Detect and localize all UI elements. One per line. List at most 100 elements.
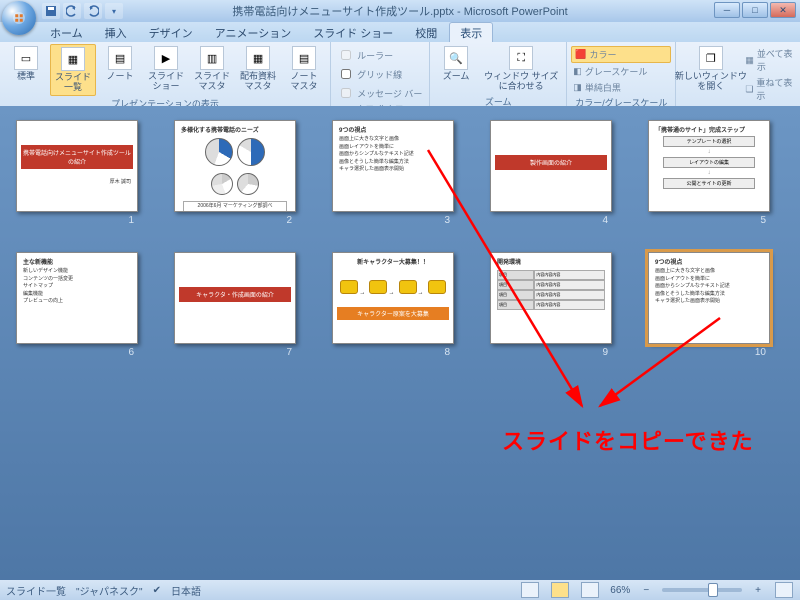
view-sorter-shortcut[interactable] xyxy=(551,582,569,598)
slide-thumbnail[interactable]: 9つの視点 画面上に大きな文字と画像 画面レイアウトを簡単に 画面からシンプルな… xyxy=(648,252,770,358)
zoom-slider-thumb[interactable] xyxy=(708,583,718,597)
slide-title: 開発環境 xyxy=(497,257,605,266)
slide-number: 10 xyxy=(755,347,770,358)
fit-to-window-button[interactable]: ⛶ウィンドウ サイズ に合わせる xyxy=(480,44,562,94)
zoom-icon: 🔍 xyxy=(444,46,468,70)
slide-number: 6 xyxy=(128,347,138,358)
slide-title: 新キャラクター大募集！！ xyxy=(339,257,447,266)
view-normal-button[interactable]: ▭標準 xyxy=(4,44,48,96)
slide-title: 多様化する携帯電話のニーズ xyxy=(181,125,289,134)
zoom-in-button[interactable]: + xyxy=(752,585,764,596)
slide-number: 9 xyxy=(602,347,612,358)
slide-thumbnail[interactable]: 9つの視点 画面上に大きな文字と画像 画面レイアウトを簡単に 画面からシンプルな… xyxy=(332,120,454,226)
zoom-out-button[interactable]: − xyxy=(640,585,652,596)
ribbon-tabs: ホーム 挿入 デザイン アニメーション スライド ショー 校閲 表示 xyxy=(0,22,800,42)
pure-bw-button[interactable]: ◨単純白黒 xyxy=(571,80,671,95)
chevron-down-icon: ▾ xyxy=(112,7,116,16)
qat-redo-button[interactable] xyxy=(84,3,102,19)
qat-customize-button[interactable]: ▾ xyxy=(105,3,123,19)
view-notes-page-button[interactable]: ▤ノート xyxy=(98,44,142,96)
slide-title: キャラクタ・作成画面の紹介 xyxy=(179,287,291,302)
new-window-icon: ❐ xyxy=(699,46,723,70)
close-icon: ✕ xyxy=(779,5,787,16)
slideshow-icon: ▶ xyxy=(154,46,178,70)
slide-number: 7 xyxy=(286,347,296,358)
group-show-hide: ルーラー グリッド線 メッセージ バー 表示/非表示 xyxy=(331,42,430,106)
qat-save-button[interactable] xyxy=(42,3,60,19)
arrange-all-button[interactable]: ▦並べて表示 xyxy=(743,46,800,74)
slide-title: 「携帯通のサイト」完成ステップ xyxy=(655,125,763,134)
bw-icon: ◨ xyxy=(573,82,582,93)
minimize-icon: ─ xyxy=(724,5,730,15)
handout-master-icon: ▦ xyxy=(246,46,270,70)
slide-thumbnail[interactable]: キャラクタ・作成画面の紹介 7 xyxy=(174,252,296,358)
cascade-button[interactable]: ❏重ねて表示 xyxy=(743,75,800,103)
tab-home[interactable]: ホーム xyxy=(40,23,93,42)
status-theme: "ジャパネスク" xyxy=(76,583,143,598)
slide-sorter-workspace[interactable]: 携帯電話向けメニューサイト作成ツールの紹介 厚木 誠司 1 多様化する携帯電話の… xyxy=(0,106,800,580)
maximize-button[interactable]: □ xyxy=(742,2,768,18)
slide-thumbnail[interactable]: 新キャラクター大募集！！ → → → キャラクター原案を大募集 8 xyxy=(332,252,454,358)
slide-thumbnail[interactable]: 製作画面の紹介 4 xyxy=(490,120,612,226)
tab-slideshow[interactable]: スライド ショー xyxy=(303,23,403,42)
zoom-percent[interactable]: 66% xyxy=(610,585,630,596)
qat-undo-button[interactable] xyxy=(63,3,81,19)
handout-master-button[interactable]: ▦配布資料 マスタ xyxy=(236,44,280,96)
ruler-checkbox[interactable]: ルーラー xyxy=(335,46,425,64)
slide-sorter: 携帯電話向けメニューサイト作成ツールの紹介 厚木 誠司 1 多様化する携帯電話の… xyxy=(0,106,800,372)
minimize-button[interactable]: ─ xyxy=(714,2,740,18)
tab-animations[interactable]: アニメーション xyxy=(205,23,302,42)
slide-number: 2 xyxy=(286,215,296,226)
normal-view-icon: ▭ xyxy=(14,46,38,70)
close-button[interactable]: ✕ xyxy=(770,2,796,18)
slide-thumbnail[interactable]: 開発環境 項目 内容内容内容 項目 内容内容内容 項目 内容内容内容 xyxy=(490,252,612,358)
slide-thumbnail[interactable]: 多様化する携帯電話のニーズ 2006年6月 マーケティング部調べ 2 xyxy=(174,120,296,226)
tab-view[interactable]: 表示 xyxy=(449,22,493,42)
redo-icon xyxy=(87,5,99,17)
slide-thumbnail[interactable]: 主な新機能 新しいデザイン機能 コンテンツの一括変更 サイトマップ 編集機能 プ… xyxy=(16,252,138,358)
fit-to-window-shortcut[interactable] xyxy=(775,582,793,598)
slide-number: 1 xyxy=(128,215,138,226)
slide-number: 8 xyxy=(444,347,454,358)
grayscale-icon: ◧ xyxy=(573,66,582,77)
slide-master-icon: ▥ xyxy=(200,46,224,70)
group-presentation-views: ▭標準 ▦スライド 一覧 ▤ノート ▶スライド ショー ▥スライド マスタ ▦配… xyxy=(0,42,331,106)
slide-number: 5 xyxy=(760,215,770,226)
view-slideshow-button[interactable]: ▶スライド ショー xyxy=(144,44,188,96)
tab-review[interactable]: 校閲 xyxy=(405,23,447,42)
notes-master-icon: ▤ xyxy=(292,46,316,70)
slide-number: 3 xyxy=(444,215,454,226)
view-normal-shortcut[interactable] xyxy=(521,582,539,598)
office-button[interactable] xyxy=(2,1,36,35)
tab-design[interactable]: デザイン xyxy=(139,23,203,42)
fit-window-icon: ⛶ xyxy=(509,46,533,70)
status-view-mode: スライド一覧 xyxy=(6,583,66,598)
office-orb-icon xyxy=(10,9,28,27)
spellcheck-icon[interactable]: ✔ xyxy=(153,585,161,596)
group-color-grayscale: 🟥カラー ◧グレースケール ◨単純白黒 カラー/グレースケール xyxy=(567,42,676,106)
quick-access-toolbar: ▾ xyxy=(42,3,123,19)
slide-title: 製作画面の紹介 xyxy=(495,155,607,170)
color-icon: 🟥 xyxy=(575,49,586,60)
gridlines-checkbox[interactable]: グリッド線 xyxy=(335,65,425,83)
cascade-icon: ❏ xyxy=(745,84,753,95)
annotation-text: スライドをコピーできた xyxy=(502,424,754,456)
slide-title: 主な新機能 xyxy=(23,257,131,266)
status-language[interactable]: 日本語 xyxy=(171,583,201,598)
tab-insert[interactable]: 挿入 xyxy=(95,23,137,42)
slide-master-button[interactable]: ▥スライド マスタ xyxy=(190,44,234,96)
grayscale-button[interactable]: ◧グレースケール xyxy=(571,64,671,79)
zoom-slider[interactable] xyxy=(662,588,742,592)
ribbon: ▭標準 ▦スライド 一覧 ▤ノート ▶スライド ショー ▥スライド マスタ ▦配… xyxy=(0,42,800,107)
save-icon xyxy=(45,5,57,17)
slide-thumbnail[interactable]: 携帯電話向けメニューサイト作成ツールの紹介 厚木 誠司 1 xyxy=(16,120,138,226)
zoom-button[interactable]: 🔍ズーム xyxy=(434,44,478,94)
messagebar-checkbox[interactable]: メッセージ バー xyxy=(335,84,425,102)
slide-thumbnail[interactable]: 「携帯通のサイト」完成ステップ テンプレートの選択 ↓ レイアウトの編集 ↓ 公… xyxy=(648,120,770,226)
selected-slide: 9つの視点 画面上に大きな文字と画像 画面レイアウトを簡単に 画面からシンプルな… xyxy=(648,252,770,344)
sorter-view-icon: ▦ xyxy=(61,47,85,71)
view-slideshow-shortcut[interactable] xyxy=(581,582,599,598)
color-button[interactable]: 🟥カラー xyxy=(571,46,671,63)
notes-master-button[interactable]: ▤ノート マスタ xyxy=(282,44,326,96)
view-slide-sorter-button[interactable]: ▦スライド 一覧 xyxy=(50,44,96,96)
